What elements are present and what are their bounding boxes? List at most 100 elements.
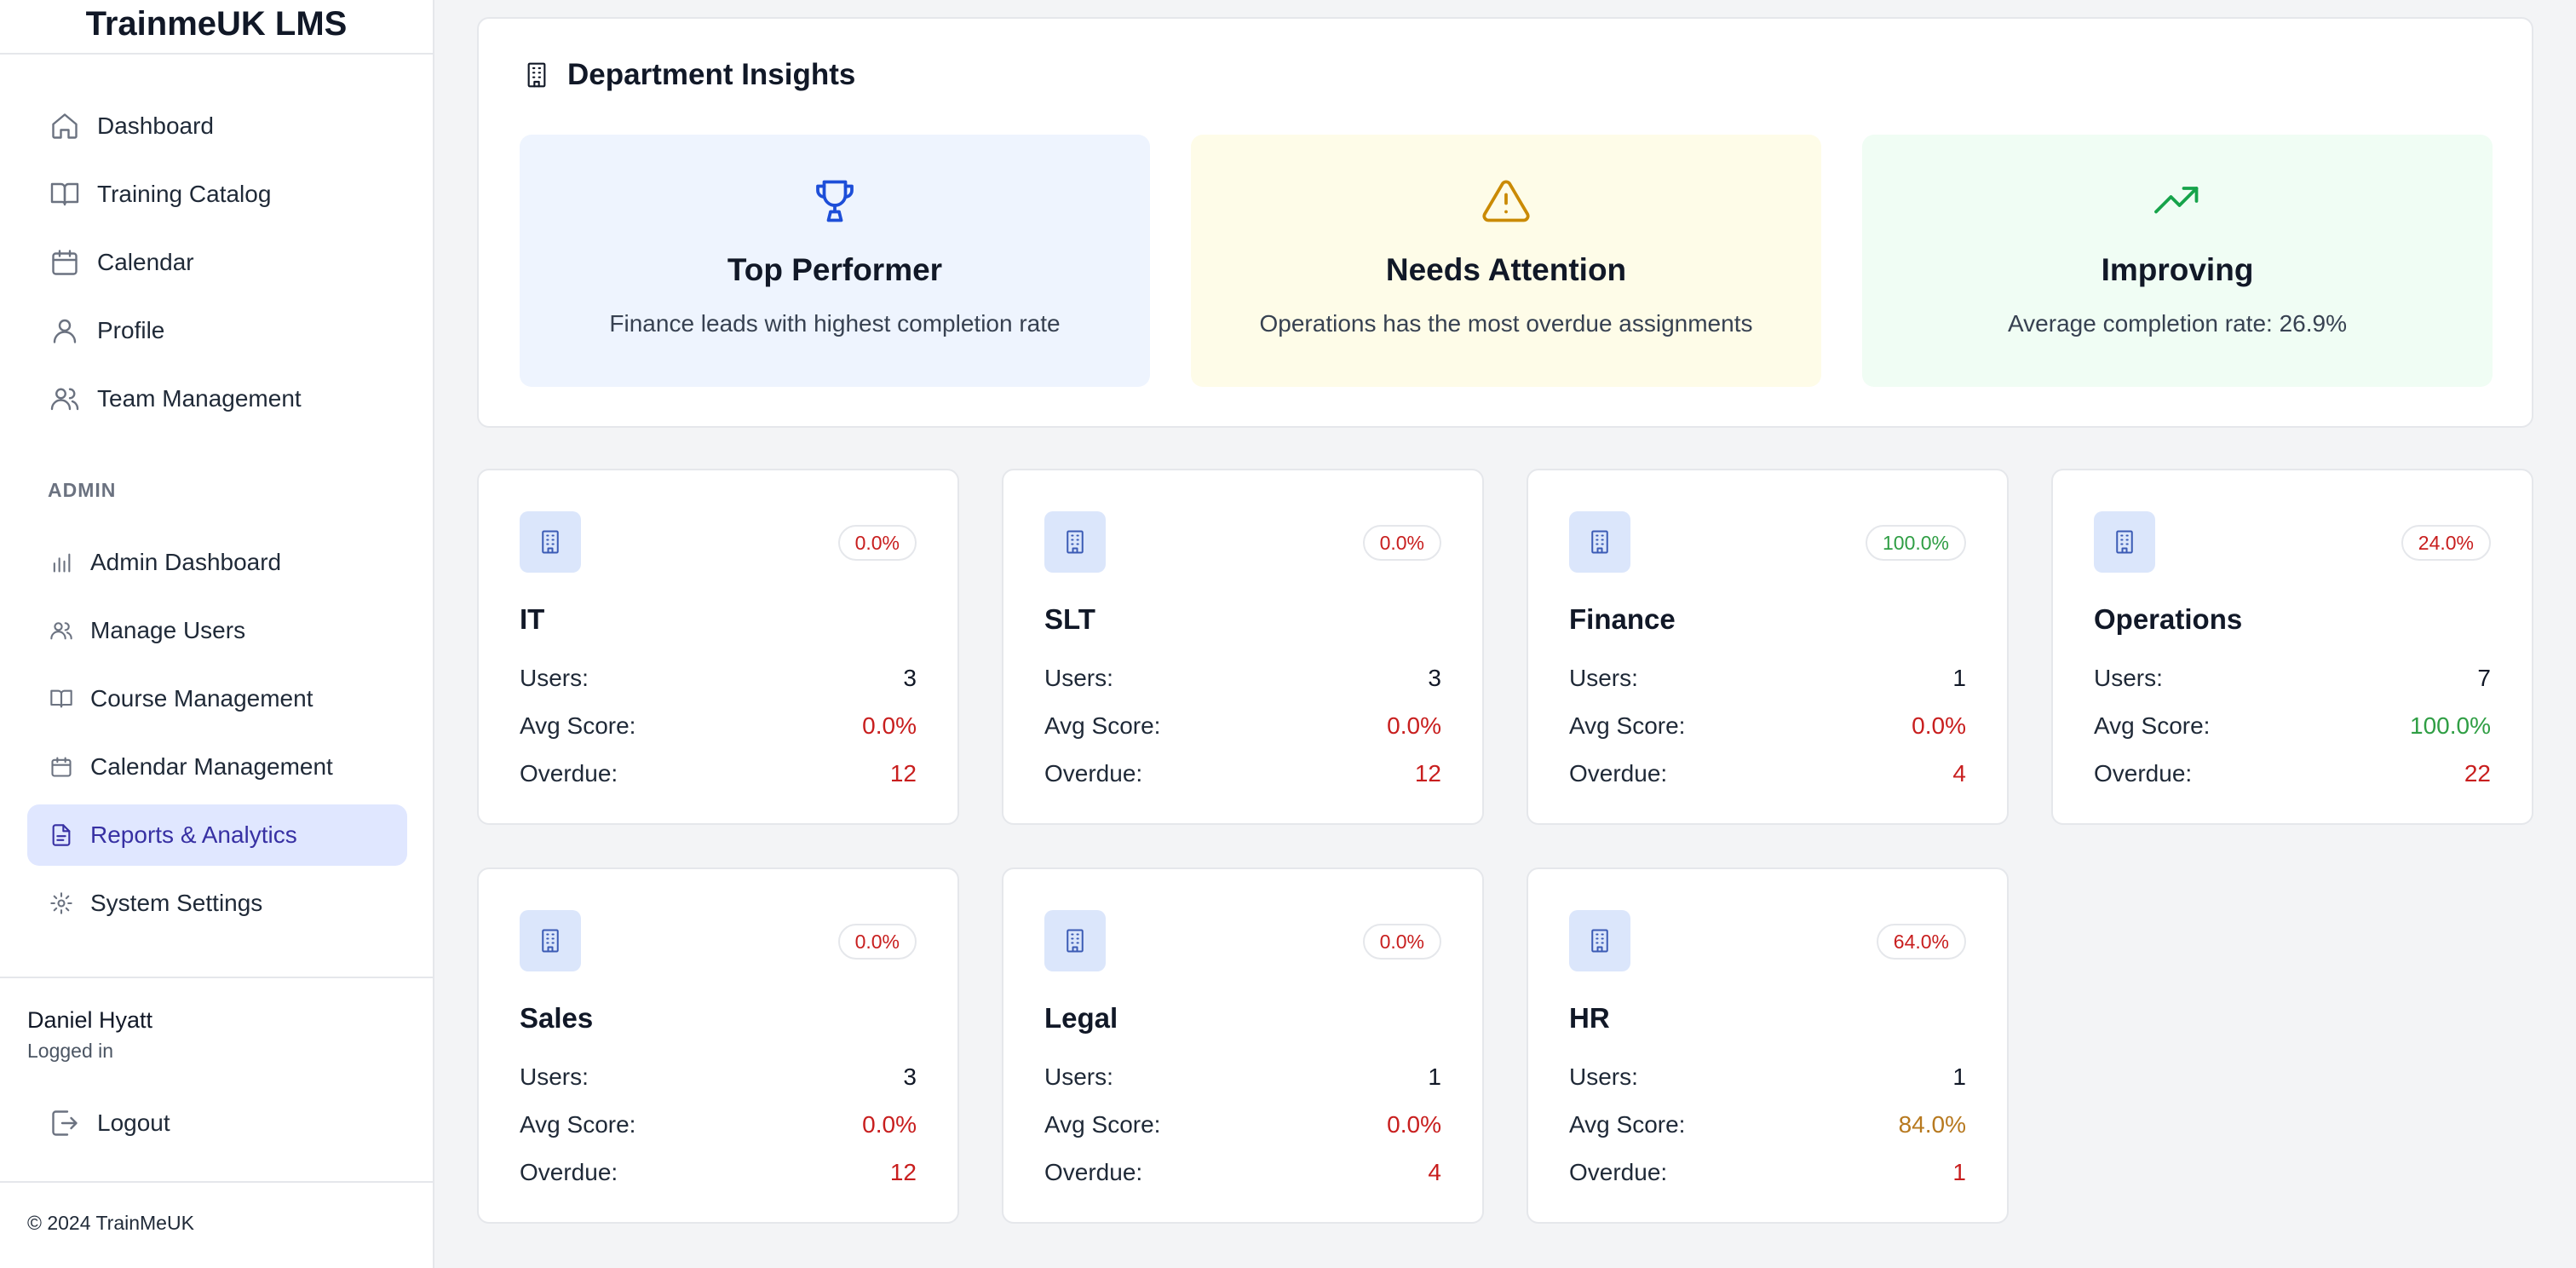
users-value: 7 [2477, 665, 2491, 691]
nav-label: Training Catalog [97, 181, 272, 207]
logout-icon [48, 1106, 82, 1140]
department-card-finance[interactable]: 100.0% Finance Users: 1 Avg Score: 0.0% Ov… [1527, 469, 2009, 825]
insight-needs-attention: Needs Attention Operations has the most … [1191, 135, 1821, 387]
avg-score-label: Avg Score: [1569, 712, 1686, 739]
nav-item-calendar-management[interactable]: Calendar Management [27, 736, 407, 798]
nav-item-reports-analytics[interactable]: Reports & Analytics [27, 804, 407, 866]
users-row: Users: 1 [1569, 1063, 1966, 1091]
nav-item-team-management[interactable]: Team Management [27, 368, 407, 429]
gear-icon [48, 890, 75, 917]
department-card-it[interactable]: 0.0% IT Users: 3 Avg Score: 0.0% Overdue: 1… [477, 469, 959, 825]
users-row: Users: 3 [520, 1063, 917, 1091]
brand-header: TrainmeUK LMS [0, 0, 433, 55]
nav-item-system-settings[interactable]: System Settings [27, 873, 407, 934]
avg-score-value: 0.0% [1387, 712, 1441, 739]
home-icon [48, 109, 82, 143]
department-name: SLT [1044, 603, 1095, 635]
avg-score-value: 84.0% [1898, 1111, 1966, 1138]
building-icon [520, 511, 581, 573]
avg-score-value: 0.0% [1912, 712, 1966, 739]
users-row: Users: 1 [1044, 1063, 1441, 1091]
department-name: Finance [1569, 603, 1676, 635]
sidebar-divider [0, 1181, 434, 1183]
nav-item-profile[interactable]: Profile [27, 300, 407, 361]
avg-score-row: Avg Score: 0.0% [520, 712, 917, 740]
avg-score-label: Avg Score: [520, 1111, 636, 1138]
overdue-label: Overdue: [1044, 760, 1143, 787]
admin-section-heading: ADMIN [48, 479, 117, 501]
users-label: Users: [2094, 665, 2163, 691]
department-card-operations[interactable]: 24.0% Operations Users: 7 Avg Score: 100.0… [2051, 469, 2533, 825]
building-icon [2094, 511, 2155, 573]
nav-item-manage-users[interactable]: Manage Users [27, 600, 407, 661]
insights-header: Department Insights [521, 58, 855, 92]
overdue-value: 4 [1428, 1159, 1441, 1185]
department-name: Operations [2094, 603, 2243, 635]
overdue-value: 12 [889, 1159, 917, 1185]
overdue-label: Overdue: [520, 760, 618, 787]
avg-score-value: 100.0% [2410, 712, 2491, 739]
nav-item-calendar[interactable]: Calendar [27, 232, 407, 293]
insight-heading: Needs Attention [1385, 252, 1627, 287]
users-icon [48, 617, 75, 644]
building-icon [1044, 910, 1106, 971]
department-card-hr[interactable]: 64.0% HR Users: 1 Avg Score: 84.0% Overdue… [1527, 867, 2009, 1224]
app-title: TrainmeUK LMS [85, 5, 348, 43]
insight-heading: Improving [2101, 252, 2254, 287]
building-icon [520, 910, 581, 971]
nav-item-training-catalog[interactable]: Training Catalog [27, 164, 407, 225]
bar-chart-icon [48, 549, 75, 576]
overdue-value: 22 [2464, 760, 2491, 787]
completion-badge: 0.0% [837, 525, 917, 561]
avg-score-row: Avg Score: 84.0% [1569, 1111, 1966, 1138]
avg-score-value: 0.0% [1387, 1111, 1441, 1138]
insights-title: Department Insights [567, 58, 856, 91]
users-value: 3 [903, 1063, 917, 1090]
nav-item-admin-dashboard[interactable]: Admin Dashboard [27, 532, 407, 593]
avg-score-row: Avg Score: 0.0% [1569, 712, 1966, 740]
insight-text: Finance leads with highest completion ra… [609, 310, 1061, 337]
users-value: 1 [1952, 665, 1966, 691]
nav-label: Reports & Analytics [90, 821, 297, 848]
user-status: Logged in [27, 1040, 114, 1062]
overdue-row: Overdue: 12 [1044, 760, 1441, 787]
completion-badge: 0.0% [837, 924, 917, 960]
department-name: IT [520, 603, 545, 635]
building-icon [1044, 511, 1106, 573]
overdue-value: 1 [1952, 1159, 1966, 1185]
department-card-slt[interactable]: 0.0% SLT Users: 3 Avg Score: 0.0% Overdue:… [1002, 469, 1484, 825]
calendar-icon [48, 245, 82, 280]
users-label: Users: [1569, 1063, 1638, 1090]
overdue-value: 12 [1414, 760, 1441, 787]
nav-item-course-management[interactable]: Course Management [27, 668, 407, 729]
users-label: Users: [520, 1063, 589, 1090]
sidebar: TrainmeUK LMS Dashboard Training Catalog… [0, 0, 434, 1268]
user-icon [48, 314, 82, 348]
users-value: 3 [903, 665, 917, 691]
overdue-label: Overdue: [1569, 760, 1668, 787]
department-card-legal[interactable]: 0.0% Legal Users: 1 Avg Score: 0.0% Overdu… [1002, 867, 1484, 1224]
avg-score-value: 0.0% [862, 712, 917, 739]
overdue-value: 12 [889, 760, 917, 787]
users-icon [48, 382, 82, 416]
overdue-label: Overdue: [520, 1159, 618, 1185]
insight-improving: Improving Average completion rate: 26.9% [1862, 135, 2493, 387]
overdue-label: Overdue: [1044, 1159, 1143, 1185]
users-row: Users: 7 [2094, 665, 2491, 692]
file-text-icon [48, 821, 75, 849]
trending-up-icon [2150, 174, 2205, 228]
completion-badge: 0.0% [1362, 924, 1441, 960]
overdue-row: Overdue: 1 [1569, 1159, 1966, 1186]
avg-score-label: Avg Score: [1044, 1111, 1161, 1138]
avg-score-label: Avg Score: [1569, 1111, 1686, 1138]
insight-top-performer: Top Performer Finance leads with highest… [520, 135, 1150, 387]
sidebar-divider [0, 977, 434, 978]
logout-button[interactable]: Logout [27, 1092, 407, 1154]
department-card-sales[interactable]: 0.0% Sales Users: 3 Avg Score: 0.0% Overdu… [477, 867, 959, 1224]
nav-item-dashboard[interactable]: Dashboard [27, 95, 407, 157]
trophy-icon [808, 174, 862, 228]
avg-score-row: Avg Score: 0.0% [1044, 1111, 1441, 1138]
nav-label: Dashboard [97, 112, 214, 139]
nav-label: Calendar Management [90, 753, 333, 780]
logout-label: Logout [97, 1110, 170, 1136]
